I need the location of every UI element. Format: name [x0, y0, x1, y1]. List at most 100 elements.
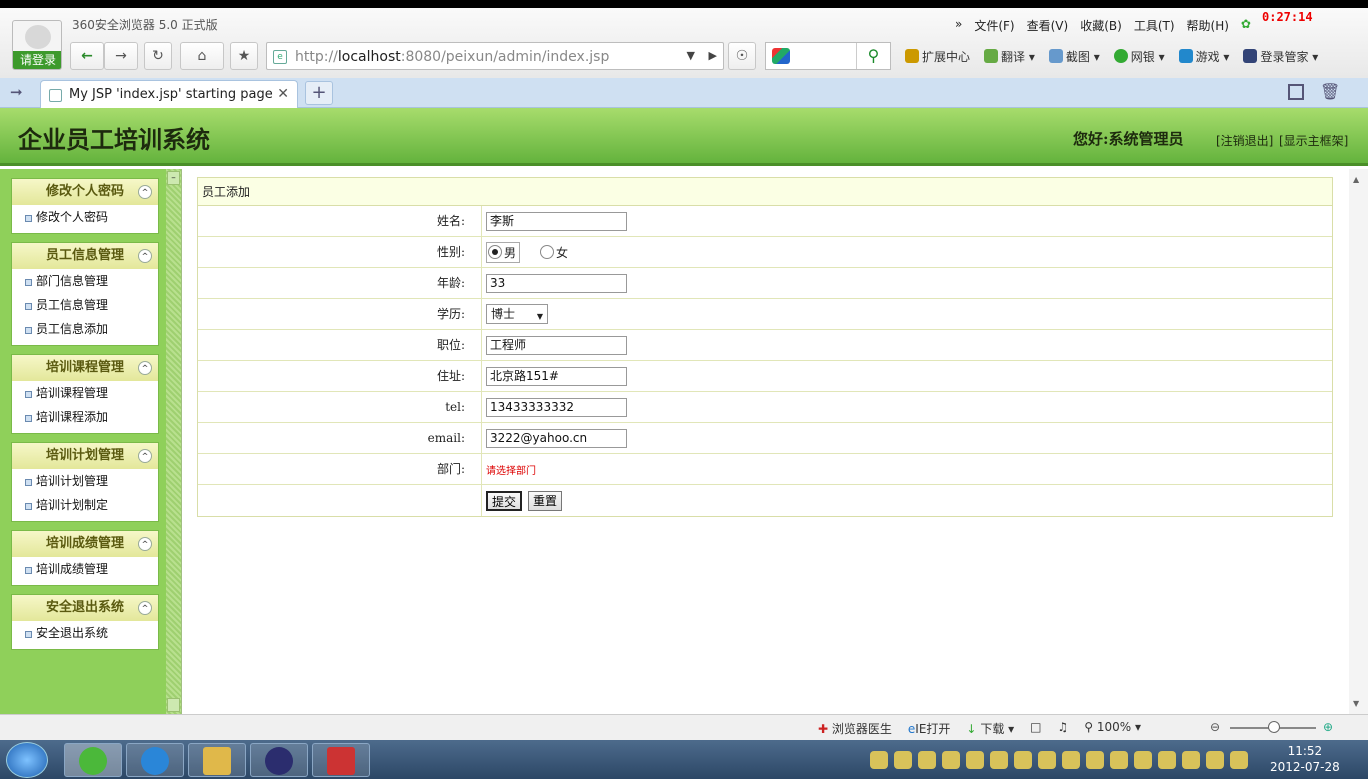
security-button[interactable]: ☉ [728, 42, 756, 70]
menu-group-title[interactable]: 员工信息管理 ^ [12, 243, 158, 269]
task-eclipse[interactable] [250, 743, 308, 777]
collapse-sidebar-icon[interactable]: – [167, 171, 180, 185]
tray-icon[interactable] [1038, 751, 1056, 769]
splitter-bottom-handle[interactable] [167, 698, 180, 712]
sidebar-item-employee-manage[interactable]: 员工信息管理 [12, 293, 158, 317]
tray-icon[interactable] [1230, 751, 1248, 769]
tray-icon[interactable] [894, 751, 912, 769]
email-field[interactable]: 3222@yahoo.cn [486, 428, 627, 448]
vertical-scrollbar[interactable]: ▲ ▼ [1349, 169, 1368, 714]
favorite-button[interactable]: ★ [230, 42, 258, 70]
zoom-slider-knob[interactable] [1268, 721, 1280, 733]
window-icon[interactable]: □ [1030, 720, 1041, 737]
collapse-icon[interactable]: ^ [138, 601, 152, 615]
scroll-down-icon[interactable]: ▼ [1353, 699, 1359, 708]
clock[interactable]: 11:52 2012-07-28 [1270, 743, 1340, 775]
close-icon[interactable]: ✕ [277, 86, 289, 102]
sidebar-item-exit[interactable]: 安全退出系统 [12, 621, 158, 645]
new-tab-button[interactable]: + [305, 81, 333, 105]
logout-link[interactable]: [注销退出] [1216, 132, 1273, 149]
tray-icon[interactable] [1086, 751, 1104, 769]
task-toolbox[interactable] [312, 743, 370, 777]
ext-bank[interactable]: 网银 ▾ [1113, 48, 1165, 65]
menu-more-icon[interactable]: » [955, 17, 962, 34]
submit-button[interactable]: 提交 [486, 490, 523, 511]
tray-icon[interactable] [1014, 751, 1032, 769]
speaker-icon[interactable]: ♫ [1058, 720, 1069, 737]
tray-icon[interactable] [966, 751, 984, 769]
menu-help[interactable]: 帮助(H) [1187, 17, 1229, 34]
tab-index-jsp[interactable]: My JSP 'index.jsp' starting page ✕ [40, 80, 298, 108]
address-bar[interactable]: e http://localhost:8080/peixun/admin/ind… [266, 42, 724, 70]
zoom-out-icon[interactable]: ⊖ [1210, 720, 1220, 734]
ext-games[interactable]: 游戏 ▾ [1178, 48, 1229, 65]
refresh-button[interactable]: ↻ [144, 42, 172, 70]
education-select[interactable]: 博士 [486, 304, 548, 326]
menu-file[interactable]: 文件(F) [974, 17, 1014, 34]
tray-icon[interactable] [918, 751, 936, 769]
menu-group-title[interactable]: 培训计划管理 ^ [12, 443, 158, 469]
chevron-down-icon[interactable]: ▼ [687, 49, 695, 62]
tray-icon[interactable] [1110, 751, 1128, 769]
department-select-link[interactable]: 请选择部门 [486, 462, 536, 477]
task-ie[interactable] [126, 743, 184, 777]
shirt-icon[interactable]: ✿ [1241, 17, 1251, 34]
gender-male-option[interactable]: 男 [486, 241, 521, 263]
ext-password-manager[interactable]: 登录管家 ▾ [1243, 48, 1318, 65]
scroll-up-icon[interactable]: ▲ [1353, 175, 1359, 184]
menu-group-title[interactable]: 修改个人密码 ^ [12, 179, 158, 205]
position-field[interactable]: 工程师 [486, 335, 627, 355]
menu-view[interactable]: 查看(V) [1027, 17, 1069, 34]
menu-favorites[interactable]: 收藏(B) [1080, 17, 1122, 34]
age-field[interactable]: 33 [486, 273, 627, 293]
tray-icon[interactable] [870, 751, 888, 769]
address-field[interactable]: 北京路151# [486, 366, 627, 386]
sidebar-item-change-password[interactable]: 修改个人密码 [12, 205, 158, 229]
sidebar-item-department[interactable]: 部门信息管理 [12, 269, 158, 293]
restore-window-icon[interactable] [1288, 84, 1304, 100]
go-icon[interactable]: ▶ [709, 49, 717, 62]
sidebar-item-course-manage[interactable]: 培训课程管理 [12, 381, 158, 405]
sidebar-item-score-manage[interactable]: 培训成绩管理 [12, 557, 158, 581]
search-engine-icon[interactable] [772, 48, 790, 64]
ie-open[interactable]: eIE打开 [908, 720, 951, 737]
ext-center[interactable]: 扩展中心 [905, 48, 970, 65]
browser-doctor[interactable]: ✚ 浏览器医生 [818, 720, 892, 737]
tray-icon[interactable] [1134, 751, 1152, 769]
gender-female-option[interactable]: 女 [540, 244, 568, 261]
tray-icon[interactable] [1182, 751, 1200, 769]
gender-female-radio[interactable] [540, 244, 555, 259]
search-input[interactable]: ⚲ [765, 42, 891, 70]
login-button[interactable]: 请登录 [13, 51, 61, 69]
name-field[interactable]: 李斯 [486, 211, 627, 231]
sidebar-item-plan-manage[interactable]: 培训计划管理 [12, 469, 158, 493]
menu-group-title[interactable]: 培训成绩管理 ^ [12, 531, 158, 557]
sidebar-item-employee-add[interactable]: 员工信息添加 [12, 317, 158, 341]
tray-icon[interactable] [1062, 751, 1080, 769]
zoom-in-icon[interactable]: ⊕ [1323, 720, 1333, 734]
ext-screenshot[interactable]: 截图 ▾ [1048, 48, 1100, 65]
avatar[interactable]: 请登录 [12, 20, 62, 70]
search-icon[interactable]: ⚲ [856, 43, 890, 69]
menu-group-title[interactable]: 培训课程管理 ^ [12, 355, 158, 381]
tray-icon[interactable] [990, 751, 1008, 769]
sidebar-item-course-add[interactable]: 培训课程添加 [12, 405, 158, 429]
frame-splitter[interactable]: – [166, 169, 182, 714]
tray-icon[interactable] [1206, 751, 1224, 769]
zoom-control[interactable]: ⚲ 100% ▾ [1084, 720, 1141, 737]
back-button[interactable]: ← [70, 42, 104, 70]
trash-icon[interactable]: 🗑 [1320, 82, 1340, 101]
collapse-icon[interactable]: ^ [138, 185, 152, 199]
gender-male-radio[interactable] [488, 244, 502, 259]
sidebar-toggle-icon[interactable]: ➞ [10, 83, 23, 101]
tray-icon[interactable] [1158, 751, 1176, 769]
sidebar-item-plan-create[interactable]: 培训计划制定 [12, 493, 158, 517]
address-url[interactable]: http://localhost:8080/peixun/admin/index… [295, 49, 609, 65]
show-main-frame-link[interactable]: [显示主框架] [1279, 132, 1348, 149]
collapse-icon[interactable]: ^ [138, 249, 152, 263]
task-360-browser[interactable] [64, 743, 122, 777]
tel-field[interactable]: 13433333332 [486, 397, 627, 417]
task-explorer[interactable] [188, 743, 246, 777]
tray-icon[interactable] [942, 751, 960, 769]
collapse-icon[interactable]: ^ [138, 361, 152, 375]
